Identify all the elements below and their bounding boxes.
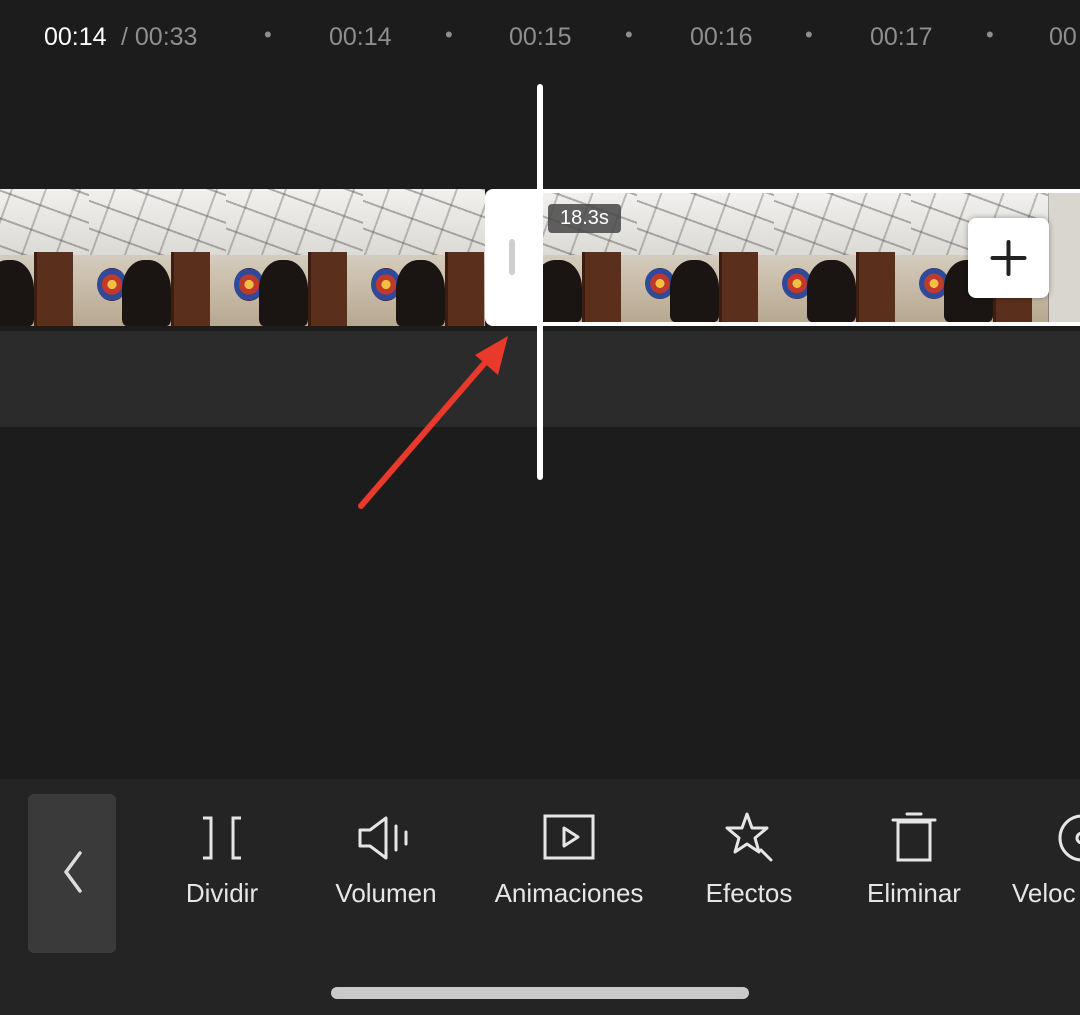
tool-label: Efectos xyxy=(705,878,793,908)
tool-eliminar[interactable]: Eliminar xyxy=(857,810,971,909)
animation-icon xyxy=(543,814,595,860)
tool-volumen[interactable]: Volumen xyxy=(324,810,448,909)
tool-animaciones[interactable]: Animaciones xyxy=(479,810,659,909)
tool-dividir[interactable]: Dividir xyxy=(172,810,272,909)
tool-label: Eliminar xyxy=(867,878,961,908)
effects-icon xyxy=(725,812,773,862)
speed-icon xyxy=(1058,814,1080,862)
tool-label: Animaciones xyxy=(494,878,644,908)
home-indicator[interactable] xyxy=(331,987,749,999)
tool-label: Dividir xyxy=(185,878,259,908)
tool-efectos[interactable]: Efectos xyxy=(694,810,804,909)
chevron-left-icon xyxy=(64,851,82,893)
split-icon xyxy=(203,816,241,860)
back-button[interactable] xyxy=(28,794,116,953)
tool-label: Volumen xyxy=(335,878,437,908)
trash-icon xyxy=(891,812,937,862)
volume-icon xyxy=(358,816,408,860)
tool-velocidad[interactable]: Veloc xyxy=(1012,810,1080,909)
tool-label: Veloc xyxy=(1012,878,1076,908)
